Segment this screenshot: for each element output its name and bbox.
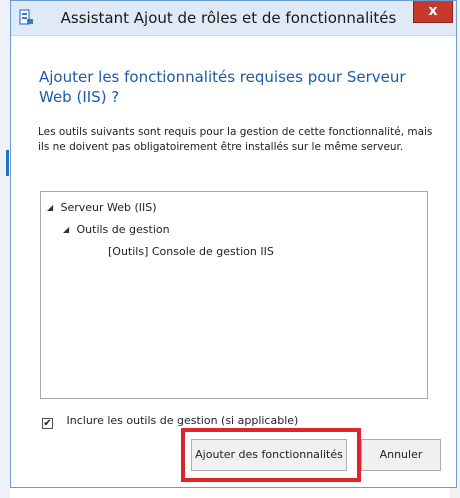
- title-bar[interactable]: Assistant Ajout de rôles et de fonctionn…: [11, 1, 456, 36]
- cancel-button[interactable]: Annuler: [361, 439, 441, 471]
- close-icon: x: [428, 3, 438, 19]
- tree-item-label: [Outils] Console de gestion IIS: [108, 245, 274, 258]
- tree-item-console-iis[interactable]: [Outils] Console de gestion IIS: [108, 245, 274, 259]
- window-title: Assistant Ajout de rôles et de fonctionn…: [60, 9, 397, 27]
- dialog-description: Les outils suivants sont requis pour la …: [38, 126, 433, 153]
- tree-item-serveur-web[interactable]: ◢ Serveur Web (IIS): [47, 201, 157, 215]
- expanded-triangle-icon[interactable]: ◢: [47, 201, 57, 215]
- include-tools-checkbox[interactable]: ✔: [42, 418, 53, 429]
- background-accent-bar: [6, 150, 9, 176]
- expanded-triangle-icon[interactable]: ◢: [63, 223, 73, 237]
- include-tools-label: Inclure les outils de gestion (si applic…: [66, 414, 299, 427]
- tree-item-label: Outils de gestion: [76, 223, 170, 236]
- background-window-left: [0, 0, 10, 498]
- server-manager-icon: [19, 9, 33, 25]
- highlight-annotation: [181, 428, 361, 482]
- tree-item-outils-de-gestion[interactable]: ◢ Outils de gestion: [63, 223, 170, 237]
- tree-item-label: Serveur Web (IIS): [60, 201, 157, 214]
- features-tree[interactable]: ◢ Serveur Web (IIS) ◢ Outils de gestion …: [40, 191, 428, 399]
- include-tools-option[interactable]: ✔ Inclure les outils de gestion (si appl…: [42, 414, 298, 429]
- close-button[interactable]: x: [413, 1, 453, 23]
- add-features-dialog: Assistant Ajout de rôles et de fonctionn…: [10, 0, 457, 488]
- dialog-heading: Ajouter les fonctionnalités requises pou…: [39, 68, 406, 106]
